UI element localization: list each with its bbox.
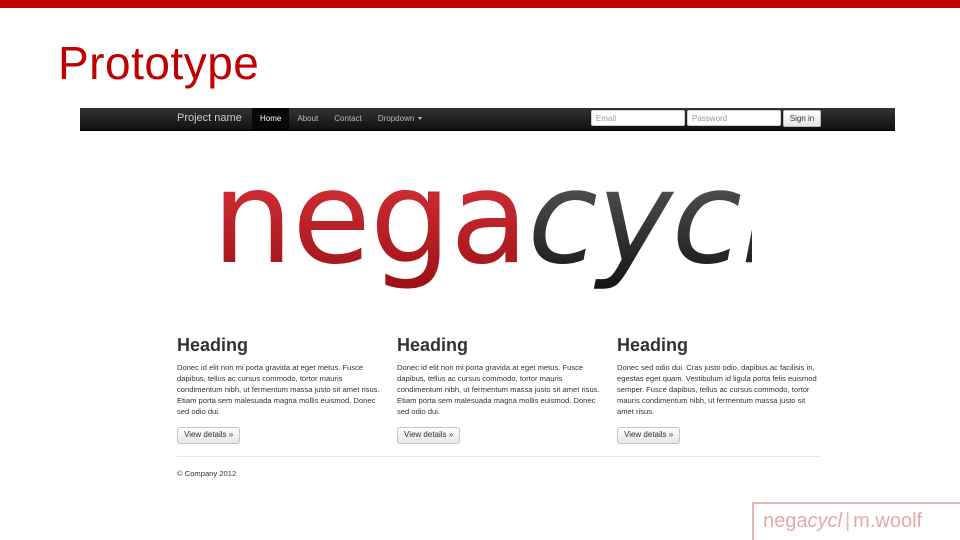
caret-down-icon	[418, 117, 423, 121]
password-field[interactable]	[687, 110, 781, 126]
logo-part-nega: nega	[212, 144, 528, 293]
sign-in-button[interactable]: Sign in	[783, 110, 821, 127]
watermark-separator: |	[844, 510, 851, 532]
navbar: Project name Home About Contact Dropdown…	[80, 108, 895, 131]
email-field[interactable]	[591, 110, 685, 126]
prototype-page: Project name Home About Contact Dropdown…	[80, 108, 895, 503]
view-details-button[interactable]: View details »	[397, 427, 461, 444]
nav-item-home[interactable]: Home	[252, 108, 290, 130]
dropdown-label: Dropdown	[377, 114, 415, 123]
svg-text:negacycl: negacycl	[212, 144, 752, 293]
slide-title: Prototype	[58, 37, 260, 89]
nav-item-dropdown[interactable]: Dropdown	[370, 108, 430, 130]
nav-item-about[interactable]: About	[289, 108, 326, 130]
content-column-2: Heading Donec id elit non mi porta gravi…	[397, 336, 602, 444]
content-column-3: Heading Donec sed odio dui. Cras justo o…	[617, 336, 822, 444]
column-text: Donec sed odio dui. Cras justo odio, dap…	[617, 363, 817, 416]
watermark-brand-cycl: cycl	[807, 510, 842, 532]
footer-divider	[177, 456, 820, 457]
slide-top-bar	[0, 0, 960, 8]
content-column-1: Heading Donec id elit non mi porta gravi…	[177, 336, 382, 444]
navbar-brand[interactable]: Project name	[177, 112, 242, 124]
column-heading: Heading	[617, 335, 689, 355]
column-text: Donec id elit non mi porta gravida at eg…	[177, 363, 380, 416]
logo-part-cycl: cycl	[528, 144, 752, 293]
column-heading: Heading	[177, 335, 249, 355]
footer-copyright: © Company 2012	[177, 469, 237, 478]
watermark-brand-nega: nega	[763, 510, 808, 532]
negacycl-logo: negacycl	[212, 144, 752, 293]
author-watermark: negacycl | m.woolf	[752, 502, 960, 540]
column-text: Donec id elit non mi porta gravida at eg…	[397, 363, 600, 416]
column-heading: Heading	[397, 335, 469, 355]
nav-menu: Home About Contact Dropdown	[252, 108, 430, 130]
view-details-button[interactable]: View details »	[617, 427, 681, 444]
nav-item-contact[interactable]: Contact	[326, 108, 370, 130]
view-details-button[interactable]: View details »	[177, 427, 241, 444]
watermark-author: m.woolf	[853, 510, 923, 532]
